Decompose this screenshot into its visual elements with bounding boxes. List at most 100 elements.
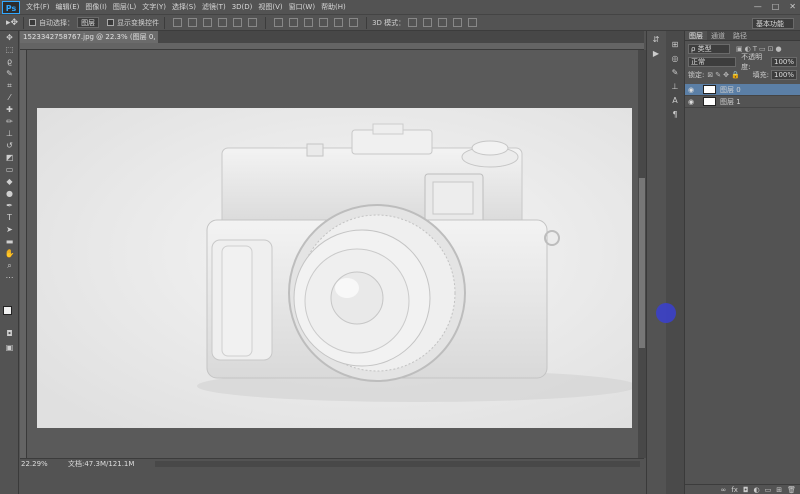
clone-stamp-tool-icon[interactable]: ⊥ — [3, 129, 16, 139]
fill-input[interactable]: 100% — [770, 69, 797, 80]
vertical-scroll-thumb[interactable] — [639, 178, 645, 348]
brush-panel-icon[interactable]: ✎ — [669, 68, 681, 78]
foreground-color-swatch[interactable] — [3, 306, 12, 315]
shape-tool-icon[interactable]: ▬ — [3, 237, 16, 247]
layer-name[interactable]: 图层 1 — [720, 97, 741, 107]
canvas-area[interactable] — [27, 50, 638, 458]
eye-icon[interactable]: ◉ — [688, 98, 697, 106]
document-image[interactable] — [37, 108, 632, 428]
document-tab[interactable]: 1523342758767.jpg @ 22.3% (图层 0, RGB/8) … — [20, 31, 158, 43]
path-select-tool-icon[interactable]: ➤ — [3, 225, 16, 235]
adjustments-panel-icon[interactable]: ◎ — [669, 54, 681, 64]
restore-button[interactable]: □ — [772, 2, 780, 11]
close-button[interactable]: ✕ — [789, 2, 796, 11]
auto-select-dropdown[interactable]: 图层 — [77, 17, 100, 28]
move-tool-icon[interactable]: ▸✥ — [6, 18, 18, 28]
3d-roll-icon[interactable] — [423, 18, 433, 27]
history-panel-icon[interactable]: ⇵ — [650, 35, 662, 45]
3d-scale-icon[interactable] — [468, 18, 478, 27]
crop-tool-icon[interactable]: ⌗ — [3, 81, 16, 91]
layer-name[interactable]: 图层 0 — [720, 85, 741, 95]
align-top-icon[interactable] — [173, 18, 183, 27]
blur-tool-icon[interactable]: ◆ — [3, 177, 16, 187]
vertical-ruler[interactable] — [20, 50, 27, 458]
menu-filter[interactable]: 滤镜(T) — [202, 2, 226, 12]
menu-edit[interactable]: 编辑(E) — [56, 2, 80, 12]
layer-row[interactable]: ◉ 图层 1 — [685, 96, 800, 108]
marquee-tool-icon[interactable]: ⬚ — [3, 45, 16, 55]
delete-layer-icon[interactable]: 🗑 — [787, 486, 796, 494]
menu-select[interactable]: 选择(S) — [172, 2, 196, 12]
align-bottom-icon[interactable] — [203, 18, 213, 27]
horizontal-scrollbar[interactable] — [155, 461, 640, 467]
layer-filter-dropdown[interactable]: ρ 类型 — [688, 43, 730, 54]
new-group-icon[interactable]: ▭ — [765, 486, 772, 494]
distribute-vcenter-icon[interactable] — [289, 18, 299, 27]
align-left-icon[interactable] — [218, 18, 228, 27]
menu-image[interactable]: 图像(I) — [85, 2, 107, 12]
menu-help[interactable]: 帮助(H) — [321, 2, 346, 12]
3d-drag-icon[interactable] — [438, 18, 448, 27]
tab-channels[interactable]: 通道 — [707, 31, 729, 40]
clone-source-panel-icon[interactable]: ⊥ — [669, 82, 681, 92]
eraser-tool-icon[interactable]: ◩ — [3, 153, 16, 163]
paragraph-panel-icon[interactable]: ¶ — [669, 110, 681, 120]
minimize-button[interactable]: — — [754, 2, 762, 11]
new-layer-icon[interactable]: ⊞ — [776, 486, 782, 494]
lock-icons[interactable]: ⊠✎✥🔒 — [707, 71, 741, 79]
history-brush-tool-icon[interactable]: ↺ — [3, 141, 16, 151]
menu-file[interactable]: 文件(F) — [26, 2, 50, 12]
3d-slide-icon[interactable] — [453, 18, 463, 27]
workspace-dropdown[interactable]: 基本功能 — [752, 18, 794, 29]
actions-panel-icon[interactable]: ▶ — [650, 49, 662, 59]
align-vcenter-icon[interactable] — [188, 18, 198, 27]
document-info[interactable]: 文档:47.3M/121.1M — [68, 459, 134, 469]
show-transform-checkbox[interactable] — [107, 19, 115, 26]
horizontal-ruler[interactable] — [20, 43, 644, 50]
pen-tool-icon[interactable]: ✒ — [3, 201, 16, 211]
type-tool-icon[interactable]: T — [3, 213, 16, 223]
zoom-level[interactable]: 22.29% — [21, 459, 48, 469]
vertical-scrollbar[interactable] — [638, 50, 646, 458]
properties-panel-icon[interactable]: ⊞ — [669, 40, 681, 50]
screen-mode-icon[interactable]: ▣ — [3, 343, 16, 353]
distribute-top-icon[interactable] — [274, 18, 284, 27]
menu-layer[interactable]: 图层(L) — [113, 2, 136, 12]
link-layers-icon[interactable]: ∞ — [721, 486, 727, 494]
distribute-left-icon[interactable] — [319, 18, 329, 27]
adjustment-layer-icon[interactable]: ◐ — [754, 486, 760, 494]
quick-select-tool-icon[interactable]: ✎ — [3, 69, 16, 79]
layer-row[interactable]: ◉ 图层 0 — [685, 84, 800, 96]
menu-3d[interactable]: 3D(D) — [232, 3, 253, 11]
tab-layers[interactable]: 图层 — [685, 31, 707, 40]
layers-panel-footer: ∞ fx ◘ ◐ ▭ ⊞ 🗑 — [685, 484, 800, 494]
auto-select-checkbox[interactable] — [29, 19, 37, 26]
brush-tool-icon[interactable]: ✏ — [3, 117, 16, 127]
zoom-tool-icon[interactable]: ⌕ — [3, 261, 16, 271]
character-panel-icon[interactable]: A — [669, 96, 681, 106]
3d-rotate-icon[interactable] — [408, 18, 418, 27]
menu-window[interactable]: 窗口(W) — [289, 2, 315, 12]
distribute-hcenter-icon[interactable] — [334, 18, 344, 27]
add-mask-icon[interactable]: ◘ — [743, 486, 749, 494]
eyedropper-tool-icon[interactable]: ⁄ — [3, 93, 16, 103]
blend-mode-dropdown[interactable]: 正常 — [688, 56, 737, 67]
move-tool-icon[interactable]: ✥ — [3, 33, 16, 43]
eye-icon[interactable]: ◉ — [688, 86, 697, 94]
quick-mask-icon[interactable]: ◘ — [3, 329, 16, 339]
align-hcenter-icon[interactable] — [233, 18, 243, 27]
menu-type[interactable]: 文字(Y) — [142, 2, 166, 12]
menu-view[interactable]: 视图(V) — [258, 2, 282, 12]
gradient-tool-icon[interactable]: ▭ — [3, 165, 16, 175]
tab-paths[interactable]: 路径 — [729, 31, 751, 40]
distribute-right-icon[interactable] — [349, 18, 359, 27]
layer-style-icon[interactable]: fx — [731, 486, 738, 494]
distribute-bottom-icon[interactable] — [304, 18, 314, 27]
lasso-tool-icon[interactable]: ϱ — [3, 57, 16, 67]
extra-tools-icon[interactable]: ⋯ — [3, 273, 16, 283]
align-right-icon[interactable] — [248, 18, 258, 27]
healing-tool-icon[interactable]: ✚ — [3, 105, 16, 115]
opacity-input[interactable]: 100% — [770, 56, 797, 67]
dodge-tool-icon[interactable]: ● — [3, 189, 16, 199]
hand-tool-icon[interactable]: ✋ — [3, 249, 16, 259]
